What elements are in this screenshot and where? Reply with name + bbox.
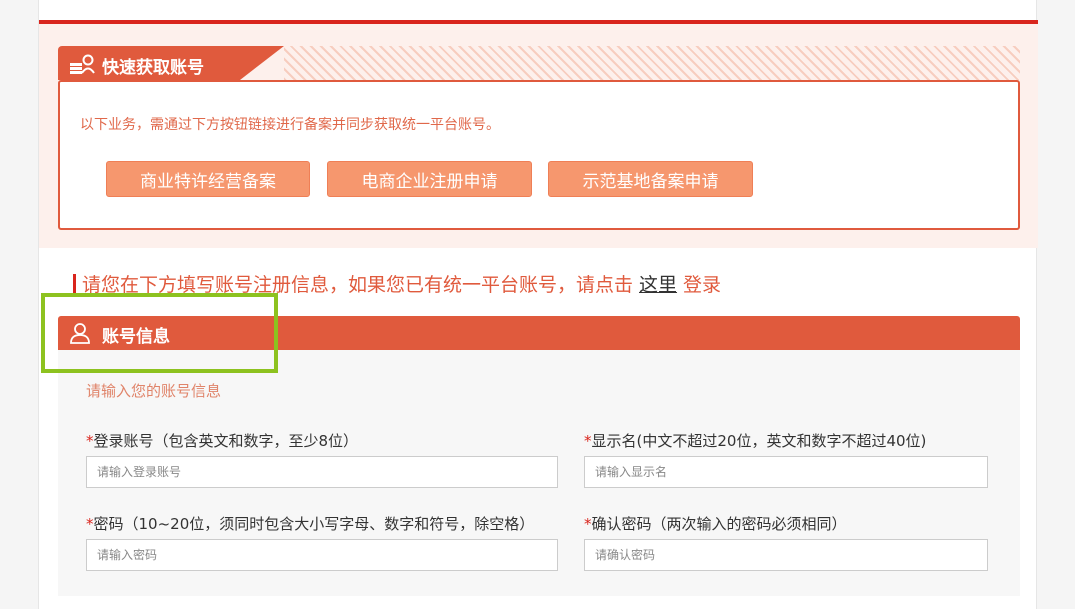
display-name-label-text: 显示名(中文不超过20位，英文和数字不超过40位) bbox=[591, 432, 927, 450]
quick-account-description: 以下业务，需通过下方按钮链接进行备案并同步获取统一平台账号。 bbox=[80, 117, 500, 133]
tab-stripes bbox=[284, 46, 1020, 80]
display-name-label: *显示名(中文不超过20位，英文和数字不超过40位) bbox=[584, 430, 926, 451]
quick-account-tab: 快速获取账号 bbox=[58, 46, 1020, 80]
confirm-password-input[interactable] bbox=[584, 539, 988, 571]
notice-marker bbox=[73, 273, 76, 293]
password-label: *密码（10~20位，须同时包含大小写字母、数字和符号，除空格） bbox=[86, 513, 534, 534]
account-info-title: 账号信息 bbox=[102, 327, 170, 347]
tab-slant bbox=[240, 46, 284, 80]
login-account-label: *登录账号（包含英文和数字，至少8位） bbox=[86, 430, 358, 451]
required-marker: * bbox=[584, 432, 592, 450]
required-marker: * bbox=[86, 515, 94, 533]
account-info-body: 请输入您的账号信息 *登录账号（包含英文和数字，至少8位） *显示名(中文不超过… bbox=[58, 350, 1020, 596]
user-icon bbox=[70, 323, 90, 344]
commercial-franchise-button[interactable]: 商业特许经营备案 bbox=[106, 161, 310, 197]
quick-account-title: 快速获取账号 bbox=[102, 58, 204, 78]
display-name-input[interactable] bbox=[584, 456, 988, 488]
confirm-password-label: *确认密码（两次输入的密码必须相同） bbox=[584, 513, 847, 534]
notice-login-text: 登录 bbox=[683, 273, 722, 296]
login-here-link[interactable]: 这里 bbox=[639, 270, 677, 297]
notice-text: 请您在下方填写账号注册信息，如果您已有统一平台账号，请点击 bbox=[82, 273, 634, 296]
account-info-header: 账号信息 bbox=[58, 316, 1020, 350]
account-stack-icon bbox=[70, 54, 95, 74]
quick-account-box: 以下业务，需通过下方按钮链接进行备案并同步获取统一平台账号。 商业特许经营备案 … bbox=[58, 80, 1020, 230]
registration-notice: 请您在下方填写账号注册信息，如果您已有统一平台账号，请点击 这里 登录 bbox=[73, 270, 722, 297]
confirm-password-label-text: 确认密码（两次输入的密码必须相同） bbox=[591, 515, 847, 533]
ecommerce-registration-button[interactable]: 电商企业注册申请 bbox=[327, 161, 532, 197]
account-info-hint: 请输入您的账号信息 bbox=[86, 382, 222, 400]
required-marker: * bbox=[584, 515, 592, 533]
login-account-input[interactable] bbox=[86, 456, 558, 488]
password-label-text: 密码（10~20位，须同时包含大小写字母、数字和符号，除空格） bbox=[93, 515, 535, 533]
password-input[interactable] bbox=[86, 539, 558, 571]
required-marker: * bbox=[86, 432, 94, 450]
page-container: 快速获取账号 以下业务，需通过下方按钮链接进行备案并同步获取统一平台账号。 商业… bbox=[38, 0, 1038, 609]
demo-base-filing-button[interactable]: 示范基地备案申请 bbox=[548, 161, 753, 197]
login-account-label-text: 登录账号（包含英文和数字，至少8位） bbox=[93, 432, 359, 450]
